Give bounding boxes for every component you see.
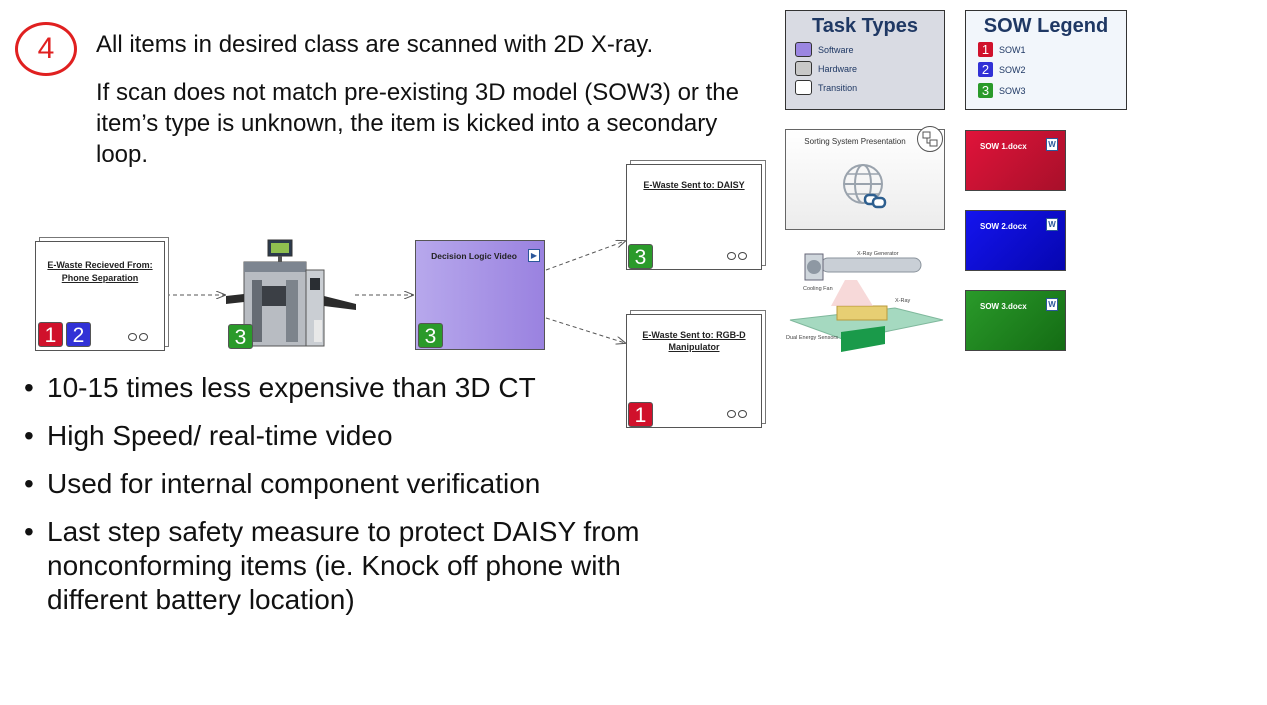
sow1-docx-label: SOW 1.docx <box>980 142 1027 151</box>
legend-sow1: 1 SOW1 <box>978 42 1026 57</box>
node-ewaste-received[interactable]: E-Waste Recieved From: Phone Separation … <box>35 241 165 351</box>
bullet-item: • 10-15 times less expensive than 3D CT <box>24 372 536 403</box>
sow3-badge: 3 <box>628 244 653 269</box>
bullet-item: • Last step safety measure to protect DAI… <box>24 516 640 615</box>
node-received-label-2: Phone Separation <box>61 273 139 283</box>
node-rgbd-label-2: Manipulator <box>668 342 720 352</box>
task-types-title: Task Types <box>812 15 918 37</box>
link-icon <box>128 332 150 342</box>
sorting-system-presentation[interactable]: Sorting System Presentation <box>785 126 945 230</box>
node-received-label-1: E-Waste Recieved From: <box>47 260 153 270</box>
legend-sow3: 3 SOW3 <box>978 83 1026 98</box>
xray-label: X-Ray <box>895 298 911 304</box>
sow3-badge: 3 <box>228 324 253 349</box>
bullet-item: • Used for internal component verificatio… <box>24 468 541 499</box>
globe-link-icon <box>841 162 891 212</box>
word-doc-icon: W <box>1046 138 1058 151</box>
intro-line-1: All items in desired class are scanned w… <box>96 31 654 58</box>
arrow-decision-to-rgbd <box>545 317 625 343</box>
link-icon <box>727 251 749 261</box>
sow2-docx[interactable]: SOW 2.docx W <box>965 210 1066 271</box>
xray-generator-label: X-Ray Generator <box>857 251 899 257</box>
node-ewaste-daisy[interactable]: E-Waste Sent to: DAISY 3 <box>626 164 762 270</box>
sow3-docx[interactable]: SOW 3.docx W <box>965 290 1066 351</box>
video-file-icon: ▶ <box>528 249 540 262</box>
node-rgbd-label-1: E-Waste Sent to: RGB-D <box>642 330 746 340</box>
legend-sow2: 2 SOW2 <box>978 62 1026 77</box>
sow2-docx-label: SOW 2.docx <box>980 222 1027 231</box>
sow1-docx[interactable]: SOW 1.docx W <box>965 130 1066 191</box>
node-daisy-label: E-Waste Sent to: DAISY <box>643 180 745 190</box>
presentation-label: Sorting System Presentation <box>804 137 906 146</box>
sow1-badge: 1 <box>38 322 63 347</box>
sow-legend-title: SOW Legend <box>983 15 1109 37</box>
node-decision-logic-video[interactable]: Decision Logic Video ▶ 3 <box>415 240 545 350</box>
xray-scanner-image: 3 <box>226 236 356 351</box>
bullet-list: • 10-15 times less expensive than 3D CT •… <box>24 371 664 631</box>
link-icon <box>727 409 749 419</box>
word-doc-icon: W <box>1046 298 1058 311</box>
cooling-fan-label: Cooling Fan <box>803 286 833 292</box>
decision-label: Decision Logic Video <box>431 251 517 261</box>
sow2-badge: 2 <box>66 322 91 347</box>
word-doc-icon: W <box>1046 218 1058 231</box>
sow-legend: SOW Legend 1 SOW1 2 SOW2 3 SOW3 <box>965 10 1127 110</box>
legend-hardware: Hardware <box>795 61 857 76</box>
legend-transition: Transition <box>795 80 857 95</box>
task-types-legend: Task Types Software Hardware Transition <box>785 10 945 110</box>
legend-software: Software <box>795 42 854 57</box>
xray-diagram: X-Ray Generator Cooling Fan X-Ray Dual E… <box>785 240 945 360</box>
intro-line-2: If scan does not match pre-existing 3D m… <box>96 79 739 168</box>
sow3-badge: 3 <box>418 323 443 348</box>
bullet-item: • High Speed/ real-time video <box>24 420 393 451</box>
dual-energy-sensors-label: Dual Energy Sensors <box>786 335 838 341</box>
component-icon <box>917 126 943 152</box>
sow3-docx-label: SOW 3.docx <box>980 302 1027 311</box>
arrow-decision-to-daisy <box>545 241 625 271</box>
step-number-circle: 4 <box>15 22 77 76</box>
